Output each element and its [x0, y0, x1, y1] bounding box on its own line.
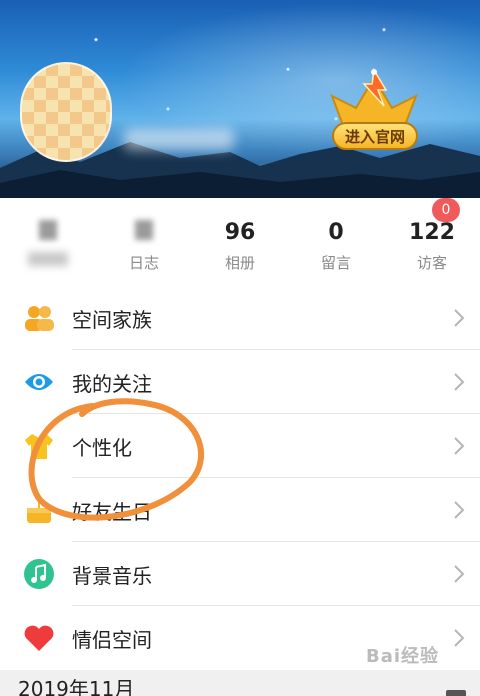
- watermark: Bai经验: [366, 646, 440, 667]
- stat-count: 0: [328, 220, 344, 245]
- enter-official-site-button[interactable]: 进入官网: [332, 122, 418, 150]
- nickname-blurred[interactable]: [124, 128, 234, 150]
- menu-label: 空间家族: [72, 307, 152, 332]
- shirt-icon: [22, 429, 56, 463]
- blurred-count: [135, 220, 153, 240]
- profile-header: 进入官网: [0, 0, 480, 198]
- menu-item-friend-birthdays[interactable]: 好友生日: [0, 478, 480, 542]
- stat-albums[interactable]: 96 相册: [192, 198, 288, 286]
- visitor-notification-badge: 0: [432, 198, 460, 222]
- avatar[interactable]: [20, 62, 112, 162]
- stat-label: 访客: [416, 254, 447, 272]
- cake-icon: [22, 493, 56, 527]
- footer-square-icon[interactable]: [446, 690, 466, 696]
- menu-item-background-music[interactable]: 背景音乐: [0, 542, 480, 606]
- stat-label: 日志: [128, 254, 159, 272]
- stat-blog[interactable]: 日志: [96, 198, 192, 286]
- eye-icon: [22, 365, 56, 399]
- chevron-right-icon: [454, 373, 465, 391]
- date-heading: 2019年11月: [18, 677, 135, 696]
- menu-item-personalization[interactable]: 个性化: [0, 414, 480, 478]
- menu-label: 个性化: [72, 435, 132, 460]
- people-icon: [22, 301, 56, 335]
- menu-label: 背景音乐: [72, 563, 152, 588]
- menu-label: 好友生日: [72, 499, 152, 524]
- chevron-right-icon: [454, 309, 465, 327]
- blurred-count: [39, 220, 57, 240]
- date-section-header: 2019年11月: [0, 670, 480, 696]
- stat-blurred[interactable]: [0, 198, 96, 286]
- menu-label: 我的关注: [72, 371, 152, 396]
- menu-label: 情侣空间: [72, 627, 152, 652]
- menu-item-following[interactable]: 我的关注: [0, 350, 480, 414]
- menu-list: 空间家族 我的关注 个性化 好友生日 背景音乐 情侣空间: [0, 286, 480, 670]
- stat-label: 相册: [224, 254, 255, 272]
- heart-icon: [22, 621, 56, 655]
- stats-bar: 日志 96 相册 0 留言 122 访客 0: [0, 198, 480, 286]
- stat-label: 留言: [320, 254, 351, 272]
- menu-item-space-family[interactable]: 空间家族: [0, 286, 480, 350]
- blurred-label: [28, 252, 68, 266]
- stat-count: 96: [224, 220, 256, 245]
- chevron-right-icon: [454, 565, 465, 583]
- chevron-right-icon: [454, 501, 465, 519]
- music-note-icon: [22, 557, 56, 591]
- chevron-right-icon: [454, 437, 465, 455]
- stat-messages[interactable]: 0 留言: [288, 198, 384, 286]
- stat-count: 122: [409, 220, 455, 245]
